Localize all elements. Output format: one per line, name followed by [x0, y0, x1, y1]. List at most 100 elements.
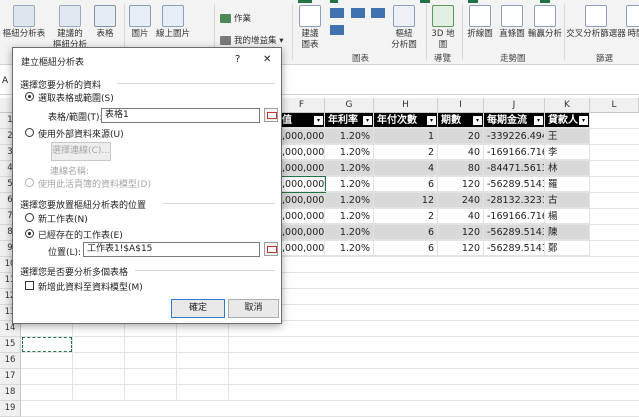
table-cell[interactable]: 1.20% [325, 193, 374, 208]
table-cell[interactable]: 1.20% [325, 177, 374, 192]
table-header-cell[interactable]: 期數 ▾ [438, 113, 484, 128]
table-cell[interactable]: ,000,000 [279, 129, 325, 144]
table-cell[interactable]: 120 [438, 177, 484, 192]
table-cell[interactable]: 120 [438, 241, 484, 256]
table-header-cell[interactable]: 貸款人 ▾ [545, 113, 590, 128]
new-sheet-radio[interactable] [25, 213, 34, 222]
table-cell[interactable]: 40 [438, 209, 484, 224]
table-cell[interactable]: 1.20% [325, 225, 374, 240]
table-cell[interactable]: ,000,000 [279, 145, 325, 160]
table-cell[interactable]: ,000,000 [279, 225, 325, 240]
column-header[interactable]: L [590, 98, 639, 113]
table-cell[interactable]: 1 [374, 129, 438, 144]
column-header[interactable]: J [484, 98, 545, 113]
column-header[interactable]: K [545, 98, 590, 113]
table-cell[interactable]: 林 [545, 161, 590, 176]
row-header[interactable]: 16 [0, 353, 21, 369]
table-cell[interactable]: 80 [438, 161, 484, 176]
online-pictures-button[interactable]: 線上圖片 [154, 5, 192, 40]
external-source-label[interactable]: 使用外部資料來源(U) [38, 127, 124, 140]
row-header[interactable]: 19 [0, 401, 21, 417]
table-cell[interactable]: 王 [545, 129, 590, 144]
sparkline-column-button[interactable]: 直條圖 [496, 5, 528, 40]
table-cell[interactable]: ,000,000 [278, 176, 326, 193]
data-model-radio[interactable] [25, 178, 34, 187]
column-header[interactable]: H [374, 98, 438, 113]
cancel-button[interactable]: 取消 [228, 299, 279, 318]
table-cell[interactable]: 1.20% [325, 161, 374, 176]
filter-dropdown-icon[interactable]: ▾ [534, 116, 543, 125]
pivotchart-button[interactable]: 樞紐 分析圖 [390, 5, 418, 51]
filter-dropdown-icon[interactable]: ▾ [473, 116, 482, 125]
my-addins-button[interactable]: 我的增益集 ▾ [220, 34, 283, 46]
table-cell[interactable]: 6 [374, 241, 438, 256]
pivottable-button[interactable]: 樞紐分析表 [2, 5, 46, 40]
row-header[interactable]: 17 [0, 369, 21, 385]
sparkline-winloss-button[interactable]: 輸贏分析 [528, 5, 562, 40]
table-cell[interactable]: -56289.5143 [484, 225, 545, 240]
existing-sheet-label[interactable]: 已經存在的工作表(E) [38, 228, 123, 241]
table-cell[interactable]: ,000,000 [279, 209, 325, 224]
filter-dropdown-icon[interactable]: ▾ [427, 116, 436, 125]
3d-map-button[interactable]: 3D 地 圖 [428, 5, 458, 51]
row-header[interactable]: 18 [0, 385, 21, 401]
table-cell[interactable]: -56289.5143 [484, 177, 545, 192]
table-cell[interactable]: 2 [374, 209, 438, 224]
location-input[interactable]: 工作表1!$A$15 [83, 242, 260, 257]
range-collapse-icon[interactable] [264, 108, 278, 122]
table-cell[interactable]: 6 [374, 225, 438, 240]
table-cell[interactable]: 1.20% [325, 241, 374, 256]
new-sheet-label[interactable]: 新工作表(N) [38, 212, 88, 225]
column-header[interactable]: I [438, 98, 484, 113]
external-source-radio[interactable] [25, 128, 34, 137]
table-cell[interactable]: 陳 [545, 225, 590, 240]
help-icon[interactable]: ? [235, 54, 240, 65]
filter-dropdown-icon[interactable]: ▾ [314, 116, 323, 125]
select-range-label[interactable]: 選取表格或範圍(S) [38, 91, 114, 104]
table-cell[interactable]: 1.20% [325, 209, 374, 224]
table-cell[interactable]: -169166.716 [484, 145, 545, 160]
table-cell[interactable]: -28132.3231 [484, 193, 545, 208]
pictures-button[interactable]: 圖片 [128, 5, 152, 40]
table-header-cell[interactable]: 年利率 ▾ [325, 113, 374, 128]
table-header-cell[interactable]: 年付次數 ▾ [374, 113, 438, 128]
table-cell[interactable]: 12 [374, 193, 438, 208]
existing-sheet-radio[interactable] [25, 229, 34, 238]
add-to-model-checkbox[interactable] [25, 281, 34, 290]
column-header[interactable]: F [279, 98, 325, 113]
table-cell[interactable]: -339226.494 [484, 129, 545, 144]
table-cell[interactable]: ,000,000 [279, 193, 325, 208]
selected-cell-marquee[interactable] [22, 337, 72, 352]
name-box[interactable]: A [2, 76, 8, 86]
table-cell[interactable]: -84471.5613 [484, 161, 545, 176]
data-model-label[interactable]: 使用此活頁簿的資料模型(D) [38, 177, 151, 190]
table-cell[interactable]: 楊 [545, 209, 590, 224]
table-cell[interactable]: 120 [438, 225, 484, 240]
store-button[interactable]: 作業 [220, 12, 251, 24]
table-cell[interactable]: 6 [374, 177, 438, 192]
table-cell[interactable]: 1.20% [325, 145, 374, 160]
recommended-charts-button[interactable]: 建議 圖表 [296, 5, 324, 51]
table-cell[interactable]: 2 [374, 145, 438, 160]
select-range-radio[interactable] [25, 92, 34, 101]
table-cell[interactable]: 古 [545, 193, 590, 208]
sparkline-line-button[interactable]: 折線圖 [464, 5, 496, 40]
table-button[interactable]: 表格 [92, 5, 118, 40]
filter-dropdown-icon[interactable]: ▾ [579, 116, 588, 125]
row-header[interactable]: 15 [0, 337, 21, 353]
slicer-button[interactable]: 交叉分析篩選器 [566, 5, 626, 40]
add-to-model-label[interactable]: 新增此資料至資料模型(M) [38, 280, 143, 293]
table-cell[interactable]: 1.20% [325, 129, 374, 144]
table-cell[interactable]: 羅 [545, 177, 590, 192]
choose-connection-button[interactable]: 選擇連線(C)... [51, 142, 111, 161]
ok-button[interactable]: 確定 [171, 299, 225, 318]
table-cell[interactable]: 鄭 [545, 241, 590, 256]
table-header-cell[interactable]: 值 ▾ [279, 113, 325, 128]
close-icon[interactable]: ✕ [263, 54, 271, 65]
chart-types-gallery[interactable] [328, 6, 388, 46]
table-range-input[interactable]: 表格1 [101, 108, 260, 123]
table-header-cell[interactable]: 每期金流 ▾ [484, 113, 545, 128]
filter-dropdown-icon[interactable]: ▾ [363, 116, 372, 125]
location-collapse-icon[interactable] [264, 242, 278, 256]
table-cell[interactable]: -56289.5143 [484, 241, 545, 256]
